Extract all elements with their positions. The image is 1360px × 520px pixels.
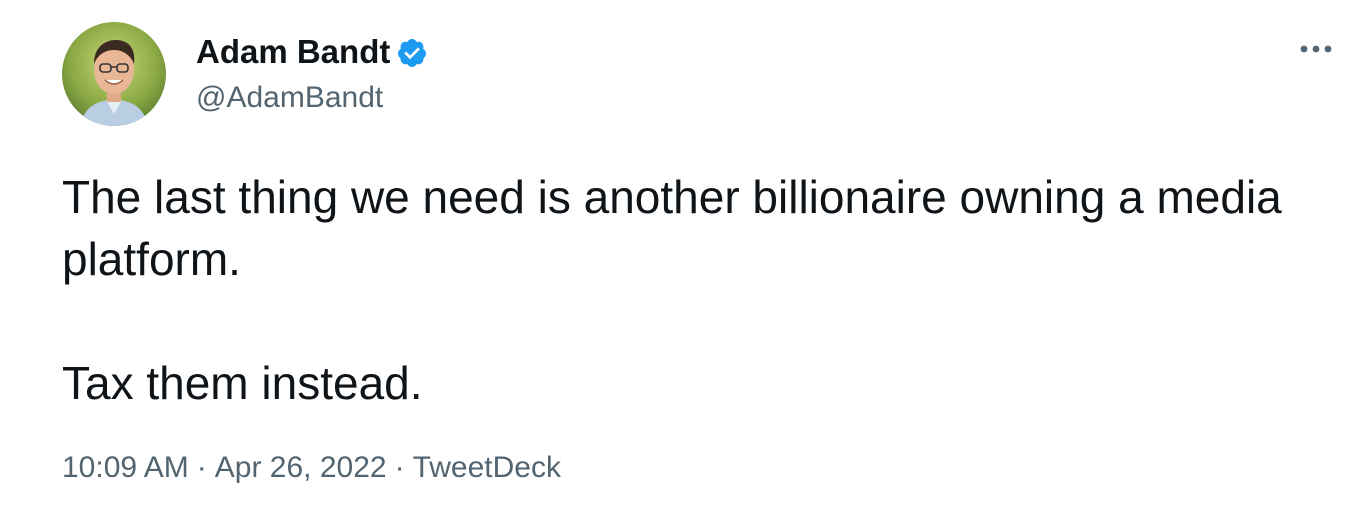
tweet-date-link[interactable]: Apr 26, 2022 bbox=[215, 451, 387, 484]
meta-separator: · bbox=[196, 451, 207, 484]
tweet-metadata: 10:09 AM · Apr 26, 2022 · TweetDeck bbox=[62, 448, 561, 488]
tweet-source-link[interactable]: TweetDeck bbox=[413, 451, 561, 484]
meta-separator: · bbox=[394, 451, 405, 484]
tweet-text: The last thing we need is another billio… bbox=[62, 166, 1332, 414]
tweet-text-line: The last thing we need is another billio… bbox=[62, 171, 1282, 285]
display-name-text: Adam Bandt bbox=[196, 33, 391, 70]
tweet-time-link[interactable]: 10:09 AM bbox=[62, 451, 189, 484]
more-icon bbox=[1300, 45, 1332, 53]
display-name[interactable]: Adam Bandt bbox=[196, 30, 428, 74]
tweet-card: Adam Bandt @AdamBandt The last thing we … bbox=[0, 0, 1360, 520]
avatar[interactable] bbox=[62, 22, 166, 126]
avatar-image bbox=[62, 22, 166, 126]
verified-badge-icon bbox=[396, 36, 428, 68]
tweet-text-line: Tax them instead. bbox=[62, 357, 423, 409]
more-options-button[interactable] bbox=[1292, 34, 1340, 64]
user-handle[interactable]: @AdamBandt bbox=[196, 78, 383, 118]
